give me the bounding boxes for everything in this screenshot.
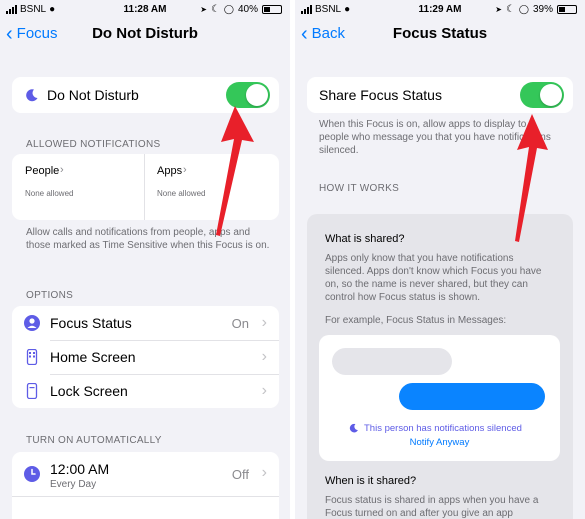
status-bar: BSNL ● 11:28 AM ➤ ☾ ◯ 40% bbox=[0, 0, 290, 18]
what-shared-title: What is shared? bbox=[325, 233, 405, 245]
apps-sub: None allowed bbox=[157, 189, 206, 198]
moon-icon: ☾ bbox=[210, 4, 220, 15]
lock-screen-icon bbox=[26, 383, 38, 399]
when-shared-title: When is it shared? bbox=[325, 475, 417, 487]
focus-status-row[interactable]: Focus Status On › bbox=[12, 306, 279, 340]
apps-label: Apps bbox=[157, 165, 183, 177]
people-sub: None allowed bbox=[25, 189, 74, 198]
apps-tile[interactable]: Apps › None allowed bbox=[146, 154, 279, 220]
chevron-right-icon: › bbox=[183, 164, 187, 176]
moon-icon: ☾ bbox=[505, 4, 515, 15]
page-title: Focus Status bbox=[392, 25, 488, 42]
notify-anyway-link[interactable]: Notify Anyway bbox=[319, 437, 560, 448]
incoming-bubble bbox=[332, 348, 452, 375]
automation-sub: Every Day bbox=[50, 479, 97, 490]
location-icon: ➤ bbox=[200, 5, 207, 14]
dnd-toggle[interactable] bbox=[226, 82, 270, 108]
options-header: OPTIONS bbox=[26, 290, 74, 301]
chevron-right-icon: › bbox=[261, 314, 267, 331]
automation-value: Off bbox=[231, 467, 249, 482]
right-panel: BSNL ● 11:29 AM ➤ ☾ ◯ 39% ‹ Back Focus S… bbox=[295, 0, 585, 519]
automation-time: 12:00 AM bbox=[50, 461, 110, 477]
lock-screen-label: Lock Screen bbox=[50, 383, 128, 399]
home-screen-icon bbox=[26, 349, 38, 365]
info-card: What is shared? Apps only know that you … bbox=[307, 214, 573, 519]
page-title: Do Not Disturb bbox=[92, 25, 198, 42]
example-text: For example, Focus Status in Messages: bbox=[325, 315, 507, 326]
status-bar: BSNL ● 11:29 AM ➤ ☾ ◯ 39% bbox=[295, 0, 585, 18]
focus-status-label: Focus Status bbox=[50, 315, 132, 331]
home-screen-row[interactable]: Home Screen › bbox=[12, 340, 279, 374]
moon-icon bbox=[26, 89, 38, 102]
alarm-icon: ◯ bbox=[223, 4, 234, 14]
chevron-right-icon: › bbox=[261, 382, 267, 399]
focus-status-value: On bbox=[231, 315, 249, 331]
battery-percent: 39% bbox=[532, 4, 553, 15]
battery-percent: 40% bbox=[237, 4, 258, 15]
chevron-right-icon: › bbox=[261, 348, 267, 365]
what-shared-body: Apps only know that you have notificatio… bbox=[325, 253, 542, 303]
allowed-card: People › None allowed Apps › None allowe… bbox=[12, 154, 279, 220]
allowed-footer: Allow calls and notifications from peopl… bbox=[26, 227, 270, 251]
automation-card: 12:00 AM Every Day Off › bbox=[12, 452, 279, 519]
focus-status-icon bbox=[24, 315, 40, 331]
location-icon: ➤ bbox=[495, 5, 502, 14]
moon-icon bbox=[349, 423, 358, 433]
share-focus-status-label: Share Focus Status bbox=[319, 87, 442, 103]
automation-row[interactable]: 12:00 AM Every Day Off › bbox=[12, 452, 279, 496]
clock-icon bbox=[24, 466, 40, 482]
alarm-icon: ◯ bbox=[518, 4, 529, 14]
outgoing-bubble bbox=[399, 383, 545, 410]
chevron-right-icon: › bbox=[60, 164, 64, 176]
battery-icon bbox=[557, 5, 577, 14]
lock-screen-row[interactable]: Lock Screen › bbox=[12, 374, 279, 408]
home-screen-label: Home Screen bbox=[50, 349, 136, 365]
battery-icon bbox=[262, 5, 282, 14]
messages-preview: This person has notifications silenced N… bbox=[319, 335, 560, 461]
share-focus-status-row[interactable]: Share Focus Status bbox=[307, 77, 573, 113]
when-shared-body: Focus status is shared in apps when you … bbox=[325, 495, 539, 519]
dnd-label: Do Not Disturb bbox=[47, 87, 139, 103]
how-it-works-header: HOW IT WORKS bbox=[319, 183, 400, 194]
people-label: People bbox=[25, 165, 60, 177]
allowed-notifications-header: ALLOWED NOTIFICATIONS bbox=[26, 139, 161, 150]
chevron-right-icon: › bbox=[261, 464, 267, 481]
turn-on-automatically-header: TURN ON AUTOMATICALLY bbox=[26, 435, 162, 446]
dnd-toggle-row[interactable]: Do Not Disturb bbox=[12, 77, 279, 113]
share-focus-status-toggle[interactable] bbox=[520, 82, 564, 108]
nav-bar: ‹ Back Focus Status bbox=[295, 22, 585, 46]
share-footer: When this Focus is on, allow apps to dis… bbox=[319, 119, 551, 156]
silenced-text: This person has notifications silenced bbox=[364, 423, 522, 434]
nav-bar: ‹ Focus Do Not Disturb bbox=[0, 22, 290, 46]
left-panel: BSNL ● 11:28 AM ➤ ☾ ◯ 40% ‹ Focus Do Not… bbox=[0, 0, 290, 519]
people-tile[interactable]: People › None allowed bbox=[12, 154, 145, 220]
options-card: Focus Status On › Home Screen › Lock Scr… bbox=[12, 306, 279, 408]
